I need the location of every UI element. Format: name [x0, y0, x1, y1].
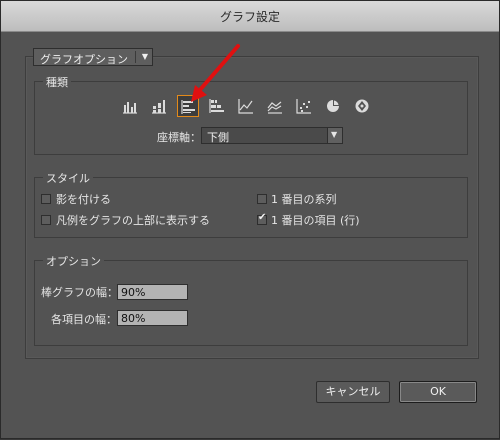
horizontal-stacked-bar-chart-icon[interactable] [206, 95, 228, 117]
chevron-down-icon: ▼ [331, 130, 338, 139]
dropdown-separator [135, 51, 136, 63]
graph-settings-dialog: グラフ設定 グラフオプション ▼ 種類 座標軸： 下側 ▼ スタイル 影を付ける… [0, 0, 500, 439]
horizontal-bar-chart-icon[interactable] [177, 95, 199, 117]
title-bar[interactable]: グラフ設定 [1, 1, 499, 32]
legend-top-label: 凡例をグラフの上部に表示する [56, 214, 210, 227]
bar-width-value: 90% [121, 286, 146, 299]
graph-options-dropdown-label: グラフオプション [40, 53, 128, 66]
options-group-legend: オプション [43, 253, 104, 269]
first-row-checkbox[interactable] [257, 194, 267, 204]
cancel-button[interactable]: キャンセル [316, 381, 390, 403]
vertical-bar-chart-icon[interactable] [119, 95, 141, 117]
cluster-width-value: 80% [121, 312, 146, 325]
first-column-label: 1 番目の項目 (行) [271, 214, 360, 227]
graph-options-dropdown[interactable]: グラフオプション ▼ [33, 48, 153, 66]
axis-select[interactable]: 下側 ▼ [201, 127, 343, 144]
options-group: オプション [34, 253, 468, 346]
radar-chart-icon[interactable] [351, 95, 373, 117]
add-shadow-checkbox[interactable] [41, 194, 51, 204]
first-column-checkbox[interactable] [257, 212, 267, 225]
bar-width-label: 棒グラフの幅： [41, 286, 118, 299]
window-title: グラフ設定 [219, 10, 280, 24]
area-chart-icon[interactable] [264, 95, 286, 117]
first-row-label: 1 番目の系列 [271, 193, 337, 206]
legend-top-checkbox[interactable] [41, 215, 51, 225]
axis-select-value: 下側 [207, 131, 229, 144]
stacked-bar-chart-icon[interactable] [148, 95, 170, 117]
cluster-width-label: 各項目の幅： [51, 313, 117, 326]
ok-button[interactable]: OK [399, 381, 477, 403]
style-group-legend: スタイル [43, 170, 93, 186]
type-group-legend: 種類 [43, 74, 71, 90]
chevron-down-icon: ▼ [141, 52, 148, 61]
style-group: スタイル [34, 170, 468, 238]
add-shadow-label: 影を付ける [56, 193, 111, 206]
axis-label: 座標軸： [157, 131, 201, 144]
line-chart-icon[interactable] [235, 95, 257, 117]
pie-chart-icon[interactable] [322, 95, 344, 117]
axis-select-button[interactable]: ▼ [327, 128, 342, 143]
cluster-width-field[interactable]: 80% [117, 310, 188, 326]
scatter-chart-icon[interactable] [293, 95, 315, 117]
bar-width-field[interactable]: 90% [117, 284, 188, 300]
